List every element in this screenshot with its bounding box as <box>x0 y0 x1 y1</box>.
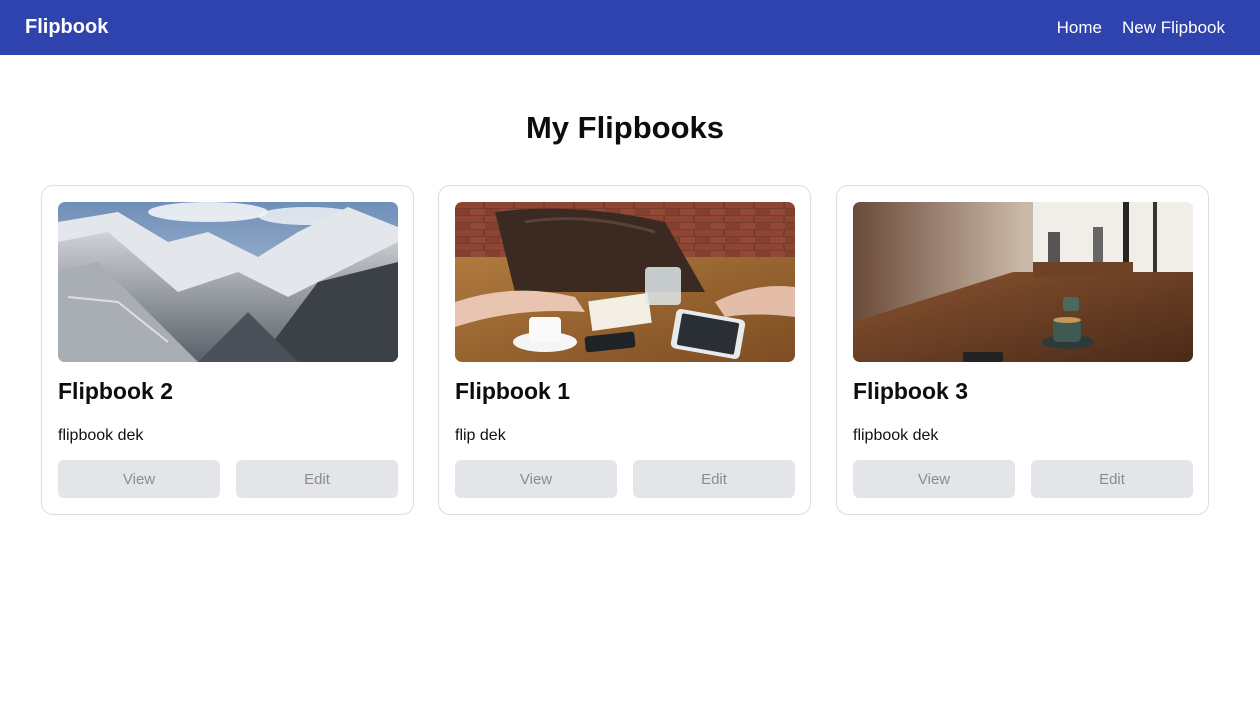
card-title: Flipbook 1 <box>455 378 570 404</box>
flipbook-cover-image[interactable] <box>853 202 1193 362</box>
flipbook-cover-image[interactable] <box>58 202 398 362</box>
edit-button[interactable]: Edit <box>633 460 795 498</box>
flipbook-card: Flipbook 1 flip dek View Edit <box>438 185 811 515</box>
flipbook-card: Flipbook 2 flipbook dek View Edit <box>41 185 414 515</box>
edit-button[interactable]: Edit <box>236 460 398 498</box>
card-title: Flipbook 3 <box>853 378 968 404</box>
card-title: Flipbook 2 <box>58 378 173 404</box>
snowy-mountain-valley-photo <box>58 202 398 362</box>
edit-button[interactable]: Edit <box>1031 460 1193 498</box>
page-title: My Flipbooks <box>525 110 725 145</box>
flipbook-cover-image[interactable] <box>455 202 795 362</box>
view-button[interactable]: View <box>455 460 617 498</box>
view-button[interactable]: View <box>58 460 220 498</box>
table-with-coffee-and-tablet-photo <box>455 202 795 362</box>
card-description: flip dek <box>455 427 506 444</box>
flipbook-card: Flipbook 3 flipbook dek View Edit <box>836 185 1209 515</box>
card-description: flipbook dek <box>853 427 939 444</box>
nav-link-new-flipbook[interactable]: New Flipbook <box>1122 18 1225 38</box>
nav-links: Home New Flipbook <box>1057 18 1225 38</box>
brand-logo[interactable]: Flipbook <box>25 16 108 39</box>
card-description: flipbook dek <box>58 427 144 444</box>
navbar: Flipbook Home New Flipbook <box>0 0 1260 55</box>
view-button[interactable]: View <box>853 460 1015 498</box>
cafe-wooden-table-photo <box>853 202 1193 362</box>
nav-link-home[interactable]: Home <box>1057 18 1102 38</box>
